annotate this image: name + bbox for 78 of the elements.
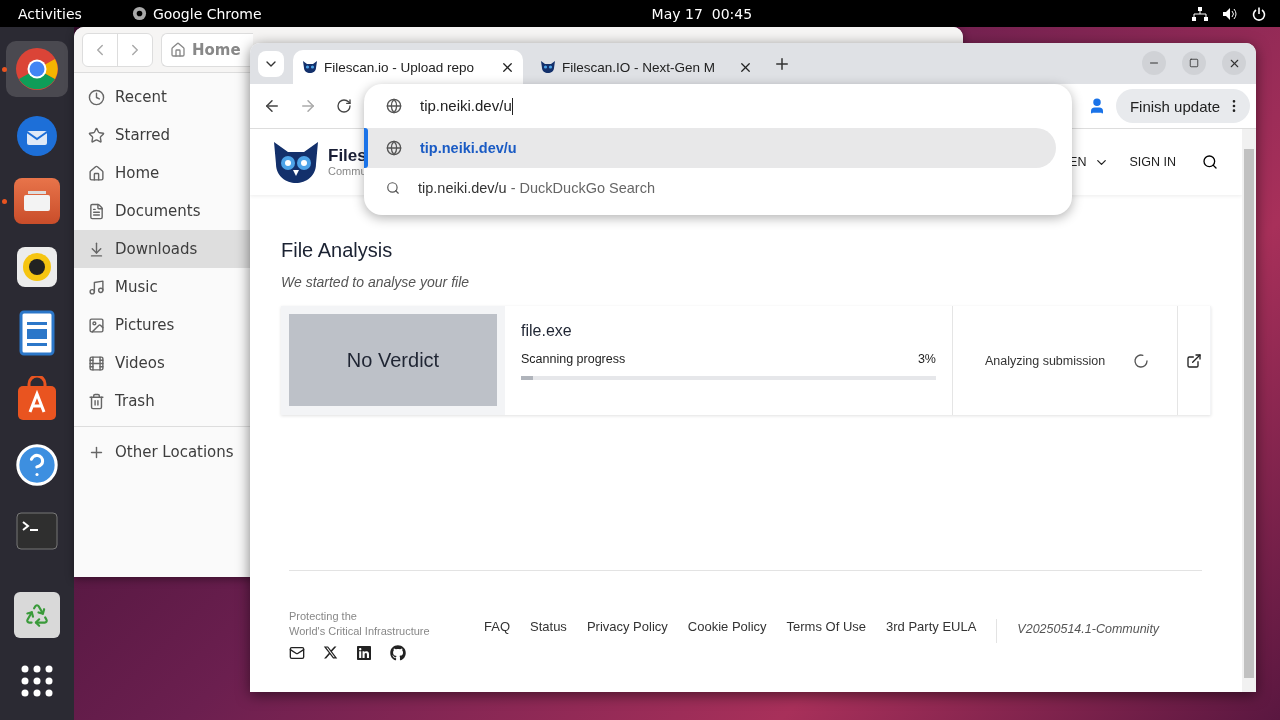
sidebar-item[interactable]: Other Locations <box>74 433 250 471</box>
maximize-icon <box>1189 58 1199 68</box>
house-icon <box>88 164 105 182</box>
volume-icon[interactable] <box>1222 6 1238 21</box>
owl-icon <box>303 61 317 73</box>
path-segment[interactable]: Home <box>192 40 241 59</box>
linkedin-icon[interactable] <box>356 645 372 661</box>
search-icon[interactable] <box>1202 154 1218 170</box>
sidebar-item[interactable]: Home <box>74 154 250 192</box>
status-text: Analyzing submission <box>985 353 1106 368</box>
help-icon[interactable] <box>14 442 60 488</box>
sidebar-item[interactable]: Pictures <box>74 306 250 344</box>
running-indicator <box>2 67 7 72</box>
document-icon <box>88 202 105 220</box>
forward-arrow-icon <box>299 97 317 115</box>
update-button[interactable]: Finish update <box>1115 89 1250 123</box>
suggestion-item[interactable]: tip.neiki.dev/u - DuckDuckGo Search <box>364 168 1056 208</box>
minimize-button[interactable] <box>1142 51 1166 75</box>
scrollbar-thumb[interactable] <box>1244 149 1254 678</box>
sidebar-item[interactable]: Recent <box>74 78 250 116</box>
speaker-icon[interactable] <box>14 244 60 290</box>
reload-button[interactable] <box>334 96 354 116</box>
version-text: V20250514.1-Community <box>1017 622 1160 636</box>
github-icon[interactable] <box>390 645 406 661</box>
sidebar-item[interactable]: Videos <box>74 344 250 382</box>
footer-link[interactable]: Terms Of Use <box>786 619 867 643</box>
reload-icon <box>336 98 352 114</box>
film-icon <box>88 354 105 372</box>
globe-icon <box>386 98 402 114</box>
image-icon <box>88 316 105 334</box>
suggestion-item[interactable]: tip.neiki.dev/u <box>364 128 1056 168</box>
tagline: Protecting the World's Critical Infrastructure <box>289 609 431 639</box>
verdict-badge: No Verdict <box>289 314 497 406</box>
running-indicator <box>2 199 7 204</box>
sidebar-item[interactable]: Documents <box>74 192 250 230</box>
search-icon <box>386 181 400 195</box>
x-icon[interactable] <box>323 645 338 660</box>
apps-grid-icon[interactable] <box>20 664 54 698</box>
external-link-icon[interactable] <box>1186 352 1202 369</box>
mail-icon[interactable] <box>289 645 305 661</box>
owl-icon <box>541 61 555 73</box>
browser-tab[interactable]: Filescan.io - Upload repo <box>293 50 523 84</box>
footer-link[interactable]: Cookie Policy <box>687 619 767 643</box>
address-field[interactable]: tip.neiki.dev/u <box>420 96 513 116</box>
browser-tab[interactable]: Filescan.IO - Next-Gen M <box>531 50 761 84</box>
tab-search-button[interactable] <box>258 51 284 77</box>
network-icon[interactable] <box>1192 6 1208 21</box>
page-subtitle: We started to analyse your file <box>281 274 471 290</box>
path-bar[interactable]: Home <box>161 32 253 67</box>
clock[interactable]: May 17 00:45 <box>651 5 753 22</box>
music-note-icon <box>88 278 105 296</box>
sidebar-item[interactable]: Trash <box>74 382 250 420</box>
file-name: file.exe <box>521 322 573 340</box>
footer-link[interactable]: Status <box>530 619 567 643</box>
star-icon <box>88 126 105 144</box>
sign-in-link[interactable]: SIGN IN <box>1129 155 1176 169</box>
progress-label: Scanning progress <box>521 352 626 366</box>
footer-link[interactable]: FAQ <box>484 619 510 643</box>
power-icon[interactable] <box>1252 6 1266 21</box>
maximize-button[interactable] <box>1182 51 1206 75</box>
download-icon <box>88 240 105 258</box>
sidebar-item[interactable]: Downloads <box>74 230 250 268</box>
progress-percent: 3% <box>917 352 936 366</box>
globe-icon <box>386 140 402 156</box>
close-button[interactable] <box>1222 51 1246 75</box>
spinner-icon <box>1133 352 1150 369</box>
plus-icon <box>773 55 791 73</box>
activities-button[interactable]: Activities <box>18 5 82 22</box>
brand-name: Files <box>328 147 367 164</box>
folder-icon[interactable] <box>14 178 60 224</box>
app-menu[interactable]: Google Chrome <box>152 5 262 22</box>
clock-icon <box>88 88 105 106</box>
footer-link[interactable]: 3rd Party EULA <box>886 619 977 643</box>
footer-link[interactable]: Privacy Policy <box>586 619 668 643</box>
house-icon <box>170 41 186 58</box>
sidebar-item[interactable]: Music <box>74 268 250 306</box>
sidebar-item[interactable]: Starred <box>74 116 250 154</box>
page-title: File Analysis <box>281 239 394 262</box>
